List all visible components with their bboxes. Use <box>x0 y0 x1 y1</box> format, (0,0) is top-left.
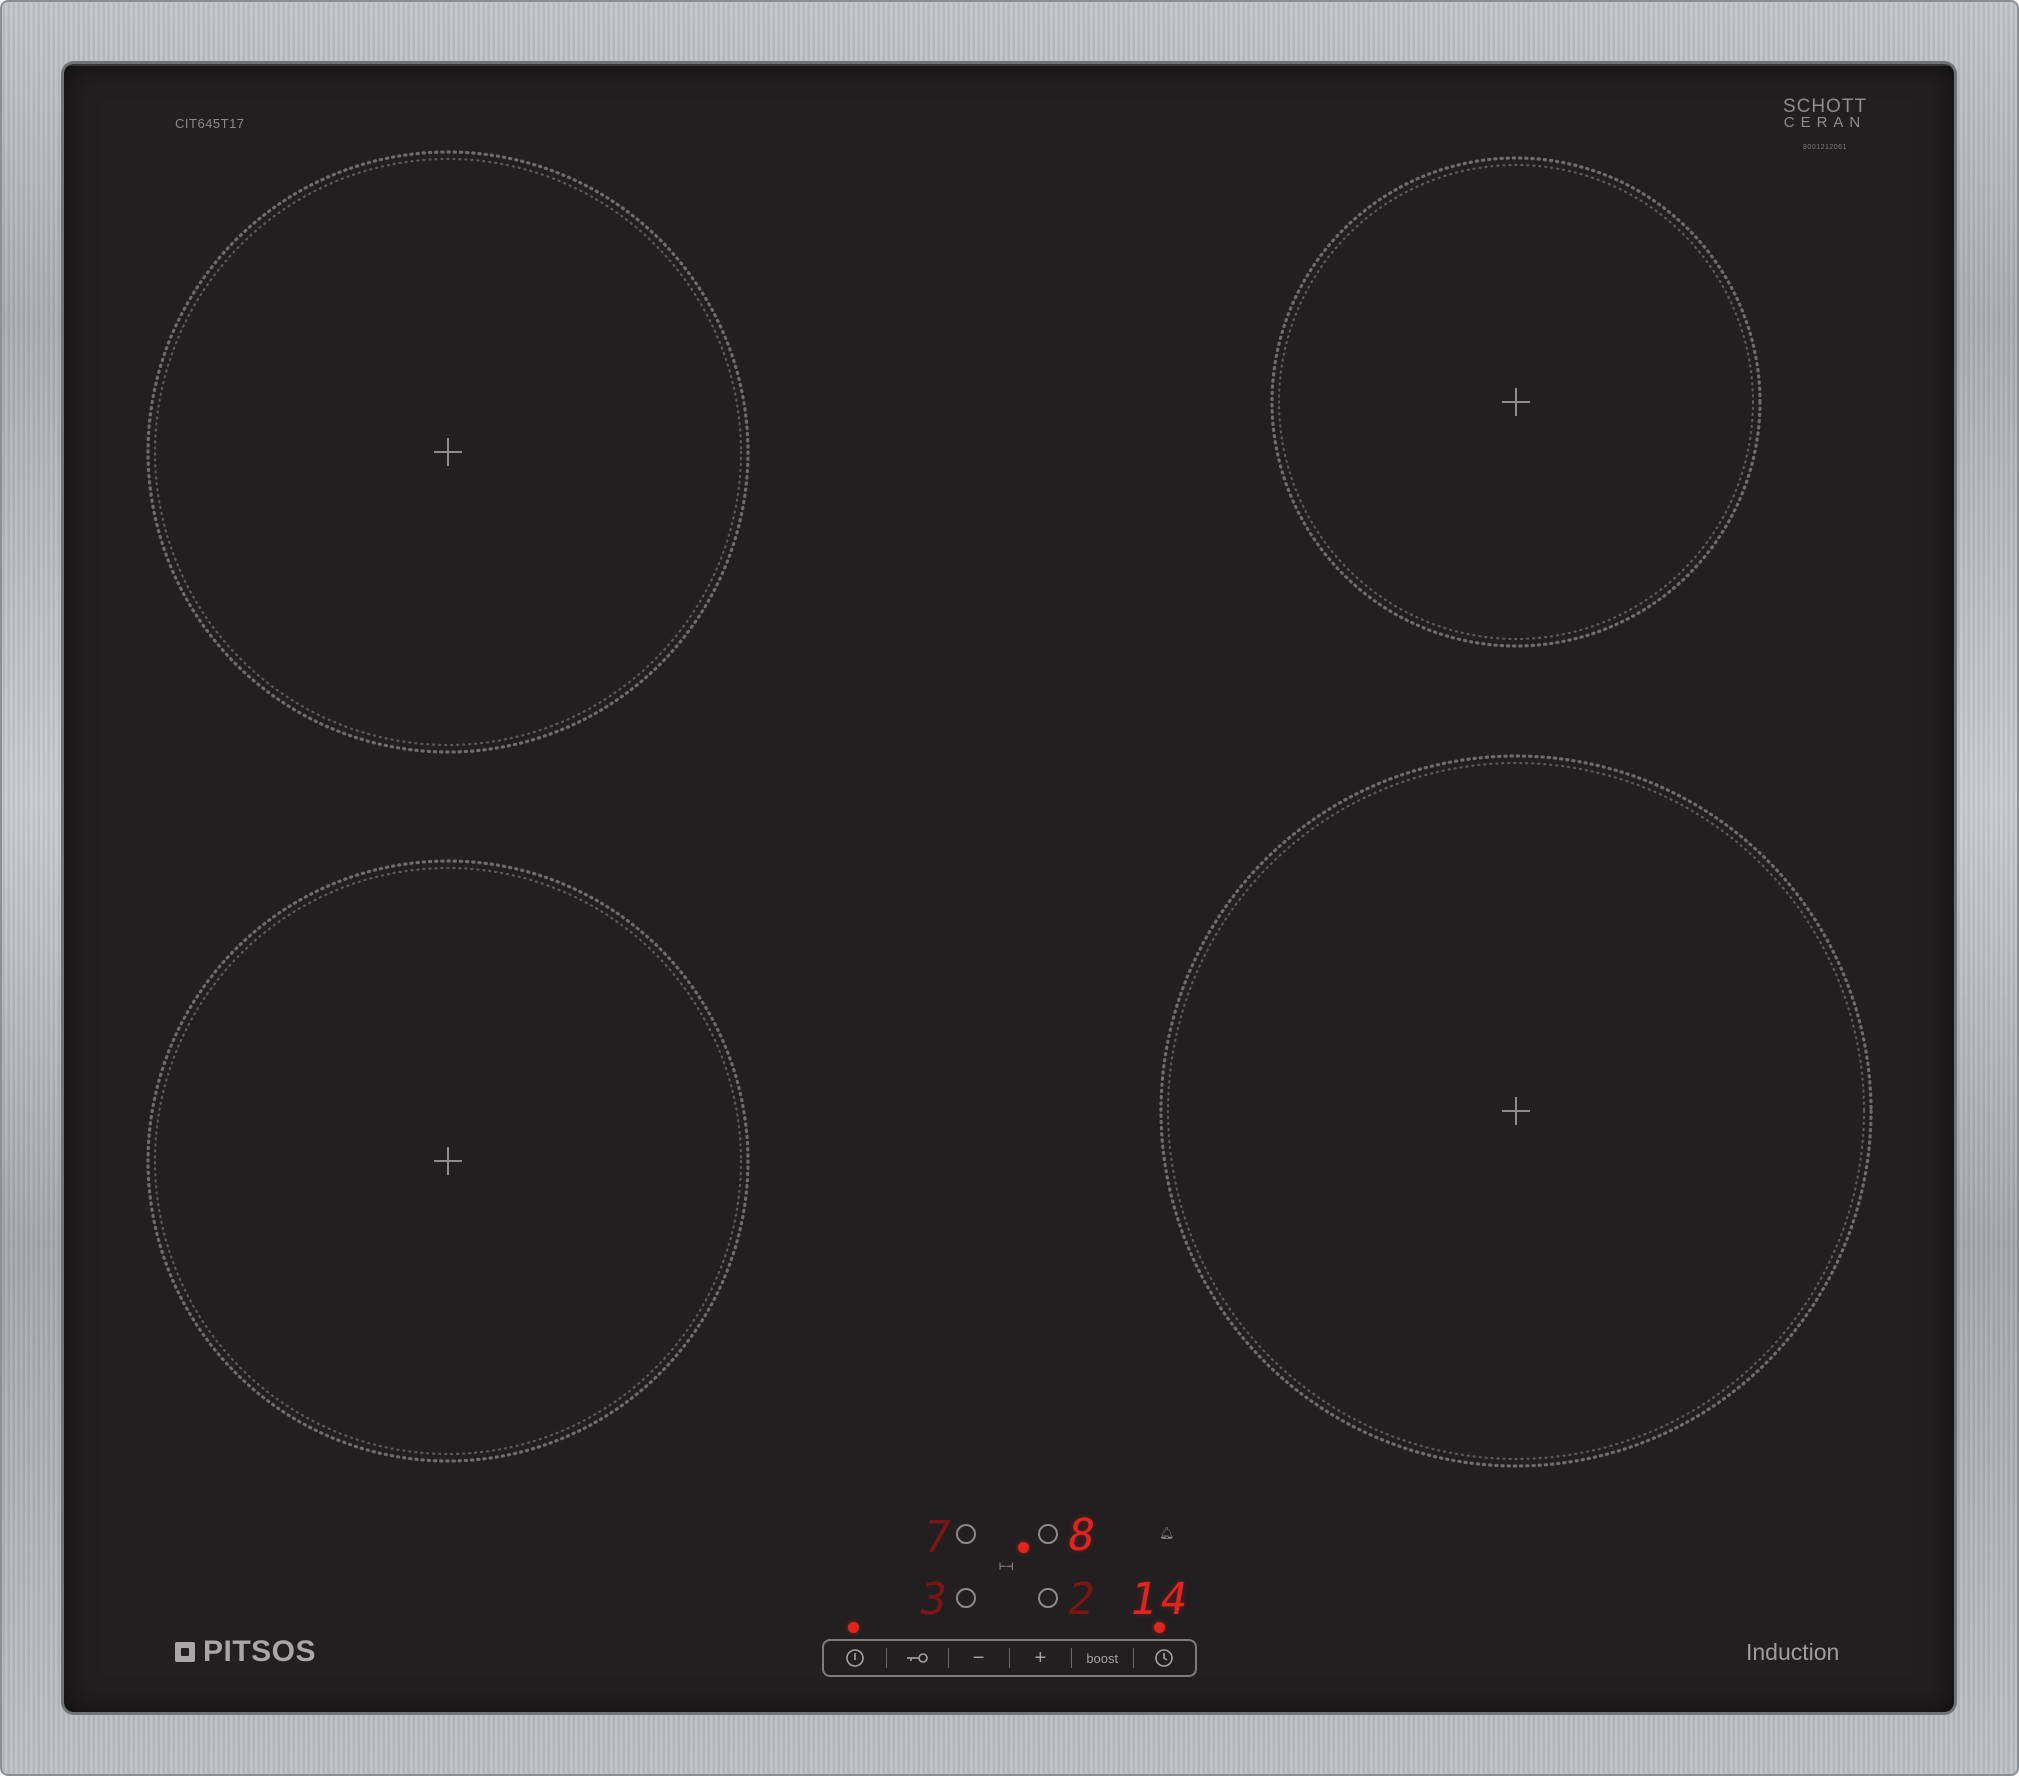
front-left-zone-select-button[interactable] <box>956 1588 976 1608</box>
cooking-zone-rear-right[interactable] <box>1270 156 1762 648</box>
clock-icon <box>1155 1649 1173 1667</box>
brand-name: PITSOS <box>203 1635 317 1668</box>
boost-label: boost <box>1086 1650 1119 1666</box>
stainless-steel-frame: CIT645T17 SCHOTT CERAN 8001212061 7 ⊢⊣ 8… <box>0 0 2019 1776</box>
plus-label: + <box>1034 1646 1047 1669</box>
power-icon <box>846 1649 864 1667</box>
brand-mark-icon <box>175 1642 195 1662</box>
child-lock-button[interactable] <box>885 1641 948 1675</box>
front-right-zone-select-button[interactable] <box>1038 1588 1058 1608</box>
cooking-zone-front-left[interactable] <box>146 859 750 1463</box>
power-indicator-dot <box>848 1622 859 1633</box>
timer-indicator-dot <box>1154 1622 1165 1633</box>
ceramic-glass-surface: CIT645T17 SCHOTT CERAN 8001212061 7 ⊢⊣ 8… <box>64 64 1954 1712</box>
plus-button[interactable]: + <box>1009 1641 1071 1675</box>
timer-button[interactable] <box>1133 1641 1195 1675</box>
zone-link-icon: ⊢⊣ <box>999 1559 1014 1573</box>
touch-control-bar: − + boost <box>822 1639 1197 1677</box>
boost-button[interactable]: boost <box>1071 1641 1133 1675</box>
cooking-zone-rear-left[interactable] <box>146 150 750 754</box>
zone-center-cross-icon <box>434 438 462 466</box>
minus-button[interactable]: − <box>947 1641 1010 1675</box>
zone-center-cross-icon <box>1502 388 1530 416</box>
active-zone-indicator-dot <box>1018 1542 1029 1553</box>
minus-label: − <box>972 1646 985 1669</box>
child-lock-key-icon <box>906 1653 928 1663</box>
cooking-zones-layer <box>146 150 1873 1468</box>
rear-left-zone-select-button[interactable] <box>956 1524 976 1544</box>
brand-logo: PITSOS <box>175 1635 316 1669</box>
zone-center-cross-icon <box>1502 1097 1530 1125</box>
zone-center-cross-icon <box>434 1147 462 1175</box>
bell-icon: 🔔︎ <box>1159 1526 1175 1540</box>
power-button[interactable] <box>824 1641 886 1675</box>
cooking-zone-front-right[interactable] <box>1159 754 1873 1468</box>
timer-display: 14 <box>1125 1574 1196 1625</box>
rear-right-zone-select-button[interactable] <box>1038 1524 1058 1544</box>
induction-label: Induction <box>1746 1639 1840 1665</box>
